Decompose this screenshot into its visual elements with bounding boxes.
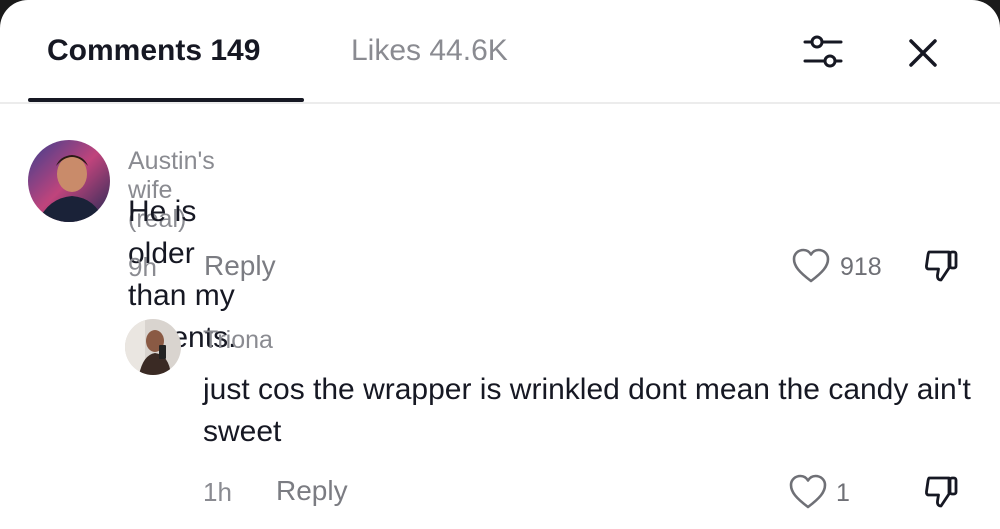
tab-comments[interactable]: Comments 149	[47, 34, 260, 68]
avatar[interactable]	[125, 319, 181, 375]
comment-timestamp: 9h	[128, 252, 157, 282]
heart-icon[interactable]	[788, 473, 828, 511]
reply-timestamp: 1h	[203, 477, 232, 507]
reply-username[interactable]: Triona	[203, 326, 273, 355]
active-tab-indicator	[28, 98, 304, 102]
thumbs-down-icon[interactable]	[921, 472, 961, 512]
like-count: 918	[840, 253, 882, 281]
reply-text: just cos the wrapper is wrinkled dont me…	[203, 373, 971, 448]
tab-likes[interactable]: Likes 44.6K	[351, 34, 508, 68]
comments-sheet: Comments 149 Likes 44.6K Austin's wife (…	[0, 0, 1000, 529]
heart-icon[interactable]	[791, 247, 831, 285]
avatar[interactable]	[28, 140, 110, 222]
close-icon[interactable]	[902, 32, 944, 74]
tab-bar: Comments 149 Likes 44.6K	[0, 0, 1000, 104]
reply-button[interactable]: Reply	[276, 475, 348, 507]
reply-button[interactable]: Reply	[204, 250, 276, 282]
filter-sliders-icon[interactable]	[801, 30, 845, 74]
thumbs-down-icon[interactable]	[921, 246, 961, 286]
like-count: 1	[836, 479, 850, 507]
